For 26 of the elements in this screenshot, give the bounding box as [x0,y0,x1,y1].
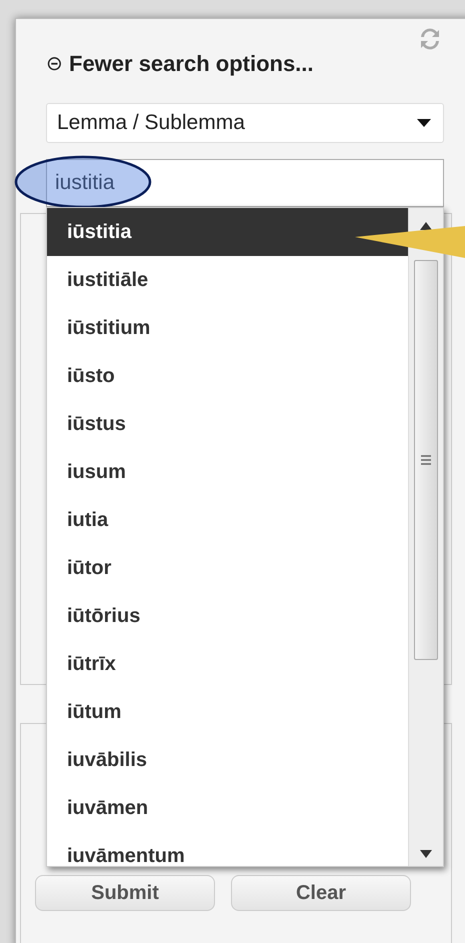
suggestion-item[interactable]: iūsto [47,352,408,400]
submit-button[interactable]: Submit [35,875,215,911]
search-field[interactable]: iustitia [46,159,444,207]
suggestion-item[interactable]: iusum [47,448,408,496]
collapse-icon[interactable]: ⊝ [46,54,63,74]
caret-icon [417,119,431,127]
suggestion-item[interactable]: iustitiāle [47,256,408,304]
scroll-down-icon[interactable] [420,850,432,858]
scroll-up-icon[interactable] [420,222,432,230]
section-title[interactable]: Fewer search options... [69,51,314,77]
grip-icon [421,455,431,465]
suggestion-item[interactable]: iūstitia [47,208,408,256]
suggestion-item[interactable]: iūstitium [47,304,408,352]
suggestion-item[interactable]: iuvāmentum [47,832,408,866]
search-type-select[interactable]: Lemma / Sublemma [46,103,444,143]
suggestion-item[interactable]: iuvābilis [47,736,408,784]
suggestion-item[interactable]: iuvāmen [47,784,408,832]
scrollbar[interactable] [408,208,443,866]
scroll-thumb[interactable] [414,260,438,660]
suggestion-item[interactable]: iutia [47,496,408,544]
suggestion-item[interactable]: iūstus [47,400,408,448]
suggestion-item[interactable]: iūtrīx [47,640,408,688]
suggestion-item[interactable]: iūtum [47,688,408,736]
suggestion-item[interactable]: iūtor [47,544,408,592]
suggestion-item[interactable]: iūtōrius [47,592,408,640]
clear-button[interactable]: Clear [231,875,411,911]
